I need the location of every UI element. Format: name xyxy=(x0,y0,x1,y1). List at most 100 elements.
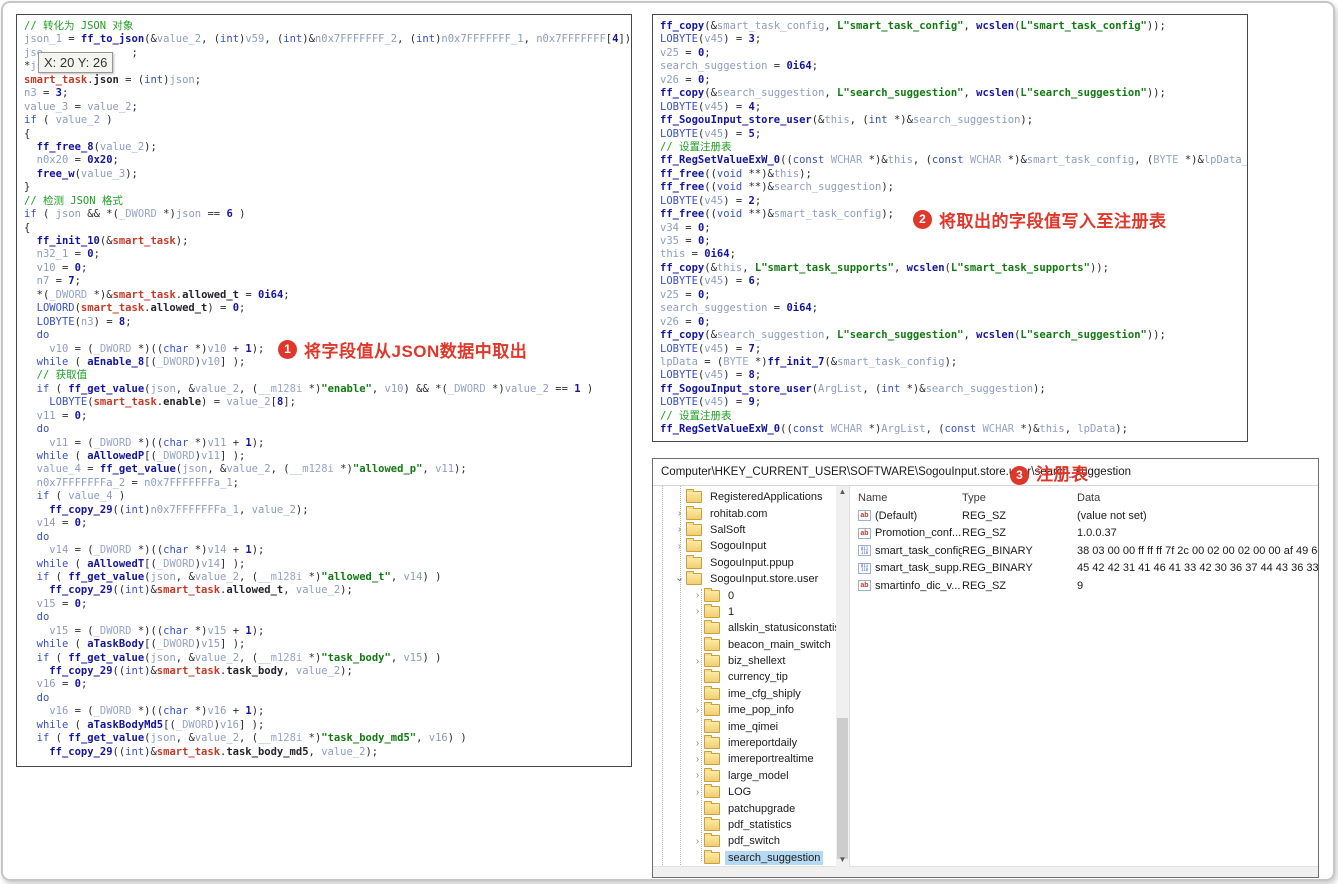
code-token: = xyxy=(74,342,81,355)
code-token: } xyxy=(24,181,31,194)
expander-chevron-icon[interactable]: › xyxy=(691,835,704,848)
code-token: v10 xyxy=(384,382,404,395)
tree-key-rohitab.com[interactable]: › rohitab.com xyxy=(653,505,849,521)
expander-chevron-icon[interactable]: › xyxy=(673,540,686,553)
code-token: 0i64 xyxy=(786,302,812,315)
tree-key-ime_pop_info[interactable]: › ime_pop_info xyxy=(653,702,849,718)
code-token: wcslen xyxy=(976,20,1015,32)
code-line: // 设置注册表 xyxy=(660,141,1245,154)
expander-chevron-icon[interactable]: › xyxy=(691,655,704,668)
tree-key-pdf_statistics[interactable]: pdf_statistics xyxy=(653,817,849,833)
tree-key-label: biz_shellext xyxy=(728,655,786,668)
registry-address-bar[interactable]: Computer\HKEY_CURRENT_USER\SOFTWARE\Sogo… xyxy=(653,459,1318,486)
column-header-data[interactable]: Data xyxy=(1077,492,1318,504)
column-header-type[interactable]: Type xyxy=(962,492,1077,504)
tree-key-RegisteredApplications[interactable]: RegisteredApplications xyxy=(653,489,849,505)
tree-key-1[interactable]: › 1 xyxy=(653,603,849,620)
scroll-up-icon[interactable]: ▲ xyxy=(836,486,849,499)
code-token: , xyxy=(912,154,920,167)
code-token: search_suggestion xyxy=(925,382,1034,395)
scrollbar-thumb[interactable] xyxy=(837,718,848,860)
expander-chevron-icon[interactable]: › xyxy=(673,573,686,586)
code-token: search_suggestion xyxy=(912,114,1021,127)
code-token: ; xyxy=(805,167,812,180)
code-token: ; xyxy=(258,342,265,355)
code-token: const xyxy=(931,154,964,167)
tree-key-search_suggestion[interactable]: search_suggestion xyxy=(653,849,849,866)
code-token: v14 xyxy=(207,544,227,557)
code-token: , xyxy=(1134,154,1141,167)
registry-value-row[interactable]: 011 110 smart_task_supp... REG_BINARY 45 42 … xyxy=(850,560,1318,578)
registry-value-row[interactable]: ab Promotion_conf... REG_SZ 1.0.0.37 xyxy=(850,525,1318,543)
code-token: v35 xyxy=(660,235,679,247)
code-token: int xyxy=(283,33,303,46)
scroll-down-icon[interactable]: ▼ xyxy=(836,854,849,867)
code-token: value_2 xyxy=(194,732,240,745)
expander-chevron-icon[interactable]: › xyxy=(691,605,704,618)
expander-chevron-icon[interactable]: › xyxy=(691,769,704,782)
code-token: smart_task_config xyxy=(773,208,882,221)
tree-key-LOG[interactable]: › LOG xyxy=(653,784,849,800)
code-token: ; xyxy=(754,342,762,355)
tree-key-SogouInput.ppup[interactable]: SogouInput.ppup xyxy=(653,554,849,571)
tree-key-ime_cfg_shiply[interactable]: ime_cfg_shiply xyxy=(653,685,849,702)
code-token: , xyxy=(308,745,315,758)
code-token: if xyxy=(36,651,50,664)
value-data-cell: 9 xyxy=(1077,579,1084,592)
folder-icon xyxy=(686,505,702,520)
registry-value-row[interactable]: ab smartinfo_dic_v... REG_SZ 9 xyxy=(850,577,1318,595)
code-token: ff_free xyxy=(660,167,705,180)
code-token: ArgList xyxy=(881,423,926,436)
code-token: ; xyxy=(704,46,711,59)
code-token: ; xyxy=(950,355,958,368)
code-token: ; xyxy=(150,140,157,153)
expander-chevron-icon[interactable]: › xyxy=(691,704,704,717)
code-token: v10 xyxy=(49,342,69,355)
expander-chevron-icon[interactable]: › xyxy=(691,589,704,602)
code-token: 1 xyxy=(574,382,581,395)
value-list-header[interactable]: Name Type Data xyxy=(850,489,1318,507)
tree-key-imereportrealtime[interactable]: › imereportrealtime xyxy=(653,751,849,767)
tree-key-large_model[interactable]: › large_model xyxy=(653,767,849,784)
tree-key-ime_qimei[interactable]: ime_qimei xyxy=(653,718,849,734)
tree-key-patchupgrade[interactable]: patchupgrade xyxy=(653,800,849,816)
code-token: v11 xyxy=(435,463,455,476)
code-token: v14 xyxy=(403,570,423,583)
code-token: , xyxy=(824,87,831,100)
code-token: v45 xyxy=(704,100,724,113)
expander-chevron-icon[interactable]: › xyxy=(673,523,686,536)
column-header-name[interactable]: Name xyxy=(858,492,962,504)
code-token: LOBYTE xyxy=(660,396,698,409)
tree-scrollbar[interactable]: ▲ ▼ xyxy=(836,486,849,867)
tree-key-pdf_switch[interactable]: › pdf_switch xyxy=(653,833,849,849)
tree-key-allskin_statusiconstatis[interactable]: allskin_statusiconstatis xyxy=(653,620,849,636)
code-token: int xyxy=(125,745,145,758)
tree-key-beacon_main_switch[interactable]: beacon_main_switch xyxy=(653,636,849,653)
code-token: "allowed_p" xyxy=(352,463,423,476)
tree-key-0[interactable]: › 0 xyxy=(653,587,849,603)
expander-chevron-icon[interactable]: › xyxy=(673,507,686,520)
code-view-left[interactable]: // 转化为 JSON 对象 json_1 = ff_to_json(&value… xyxy=(17,15,631,771)
tree-key-label: SogouInput.ppup xyxy=(710,556,794,569)
tree-key-biz_shellext[interactable]: › biz_shellext xyxy=(653,653,849,669)
tree-key-imereportdaily[interactable]: › imereportdaily xyxy=(653,735,849,751)
code-token: search_suggestion xyxy=(773,181,882,194)
code-token: ] xyxy=(220,557,227,570)
tree-horizontal-scrollbar[interactable] xyxy=(653,866,1318,877)
code-token: = xyxy=(131,476,138,489)
tree-key-SogouInput[interactable]: › SogouInput xyxy=(653,538,849,554)
code-token: = xyxy=(74,705,81,718)
tree-key-SalSoft[interactable]: › SalSoft xyxy=(653,521,849,538)
tree-key-SogouInput.store.user[interactable]: › SogouInput.store.user xyxy=(653,571,849,587)
tree-key-currency_tip[interactable]: currency_tip xyxy=(653,669,849,685)
expander-chevron-icon[interactable]: › xyxy=(691,786,704,799)
code-token: v45 xyxy=(704,396,724,409)
code-token: { xyxy=(24,127,31,140)
registry-value-row[interactable]: ab (Default) REG_SZ (value not set) xyxy=(850,507,1318,525)
decompiler-panel-json-extract: // 转化为 JSON 对象 json_1 = ff_to_json(&value… xyxy=(16,14,632,767)
expander-chevron-icon[interactable]: › xyxy=(691,753,704,766)
code-token: aAllowedT xyxy=(87,557,145,570)
registry-value-row[interactable]: 011 110 smart_task_config REG_BINARY 38 03 0… xyxy=(850,542,1318,560)
expander-chevron-icon[interactable]: › xyxy=(691,737,704,750)
code-token: = xyxy=(561,382,568,395)
